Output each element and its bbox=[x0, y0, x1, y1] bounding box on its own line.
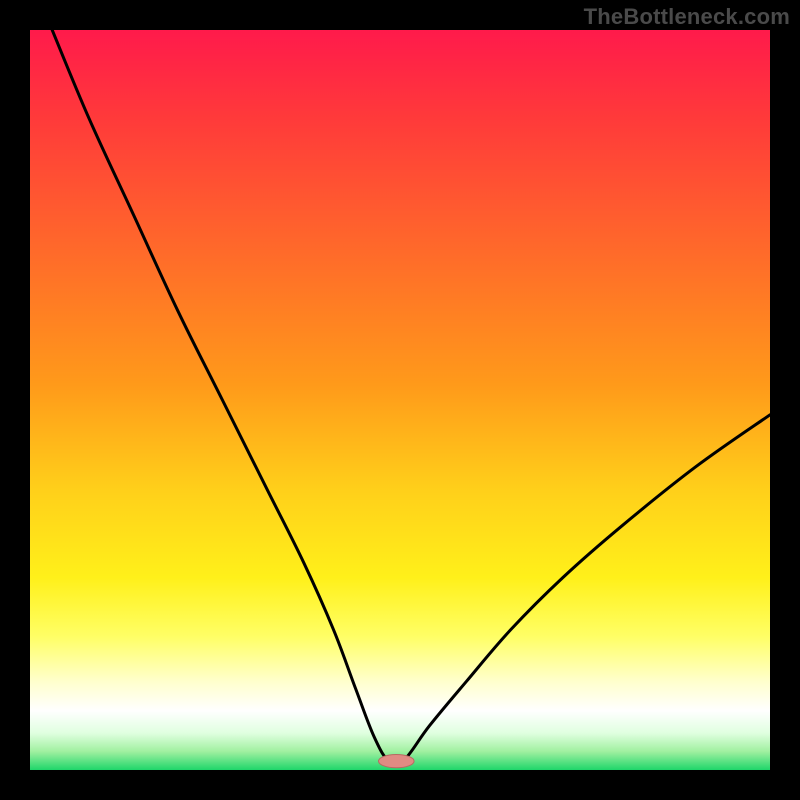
bottleneck-chart-svg bbox=[30, 30, 770, 770]
minimum-marker bbox=[379, 754, 415, 767]
watermark-text: TheBottleneck.com bbox=[584, 4, 790, 30]
plot-area bbox=[30, 30, 770, 770]
chart-frame: TheBottleneck.com bbox=[0, 0, 800, 800]
gradient-background bbox=[30, 30, 770, 770]
